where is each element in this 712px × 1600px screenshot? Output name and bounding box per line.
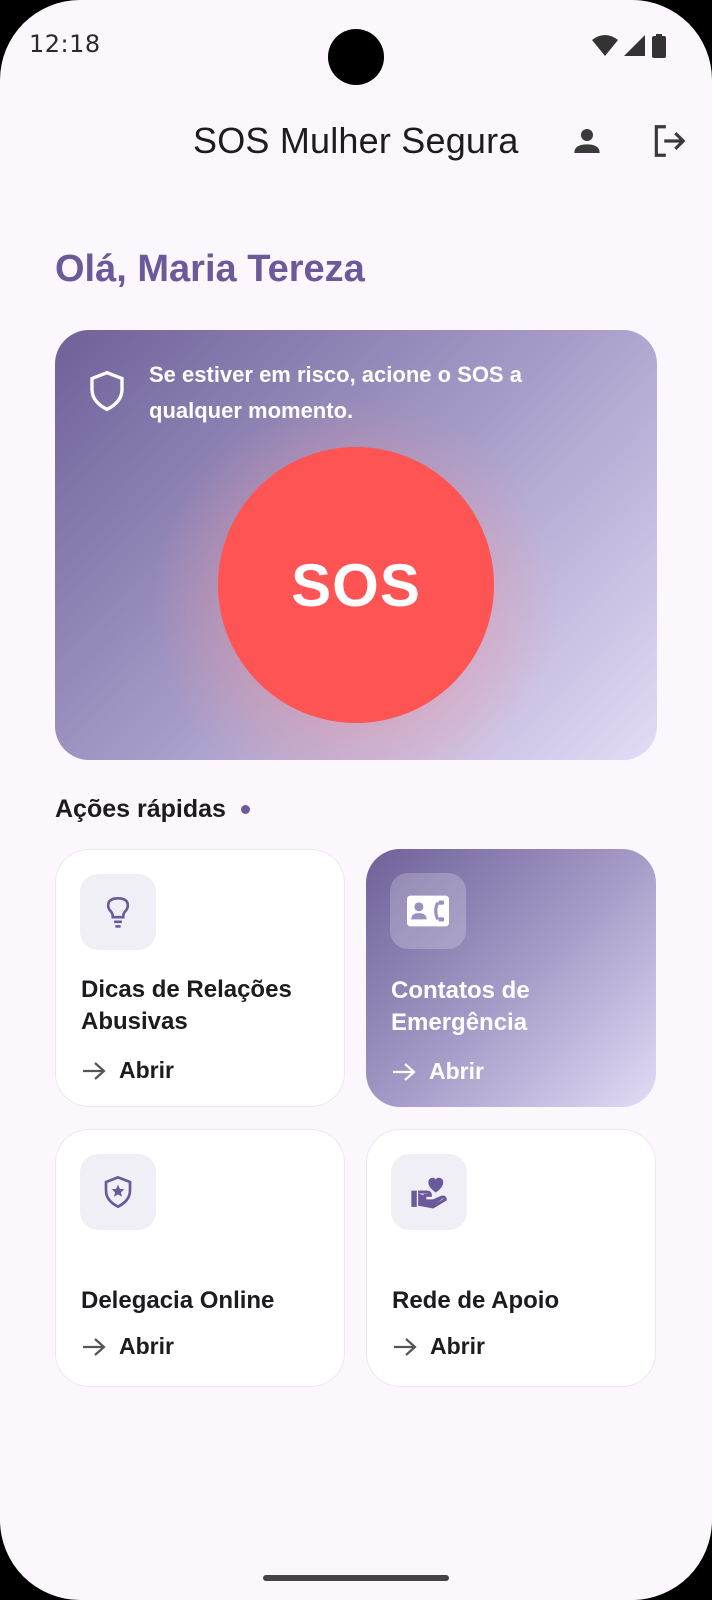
app-title: SOS Mulher Segura	[193, 120, 519, 161]
tile-label: Dicas de Relações Abusivas	[81, 976, 292, 1035]
person-icon	[574, 129, 600, 153]
tile-label: Delegacia Online	[81, 1287, 275, 1314]
sos-button[interactable]: SOS	[218, 447, 494, 723]
contact-phone-icon	[407, 895, 449, 927]
lightbulb-icon	[106, 896, 130, 928]
battery-icon	[652, 34, 666, 58]
shield-icon	[90, 370, 124, 412]
app-screen: 12:18 SOS Mulher Segura Olá, Maria Terez…	[0, 0, 712, 1600]
tile-delegacia-online[interactable]: Delegacia Online Abrir	[55, 1129, 345, 1387]
open-label: Abrir	[430, 1333, 485, 1359]
open-link[interactable]: Abrir	[392, 1333, 485, 1360]
signal-icon	[624, 35, 645, 56]
open-link[interactable]: Abrir	[81, 1057, 174, 1084]
tile-icon-box	[391, 1154, 467, 1230]
police-badge-icon	[104, 1175, 132, 1209]
profile-button[interactable]	[559, 113, 615, 169]
arrow-right-icon	[394, 1337, 417, 1356]
quick-actions-header: Ações rápidas	[55, 795, 250, 824]
app-bar: SOS Mulher Segura	[0, 105, 712, 181]
volunteer-heart-icon	[411, 1177, 447, 1209]
status-icons	[592, 34, 666, 58]
home-indicator[interactable]	[263, 1575, 449, 1581]
camera-cutout	[328, 29, 384, 85]
open-label: Abrir	[119, 1057, 174, 1083]
logout-icon	[654, 125, 686, 157]
sos-hint-text: Se estiver em risco, acione o SOS a qual…	[149, 362, 522, 423]
open-label: Abrir	[429, 1058, 484, 1084]
tile-contatos-emergencia[interactable]: Contatos de Emergência Abrir	[366, 849, 656, 1107]
status-bar: 12:18	[0, 0, 712, 92]
tile-icon-box	[80, 1154, 156, 1230]
tile-icon-box	[390, 873, 466, 949]
tile-dicas-relacoes-abusivas[interactable]: Dicas de Relações Abusivas Abrir	[55, 849, 345, 1107]
arrow-right-icon	[83, 1061, 106, 1080]
wifi-icon	[592, 35, 618, 56]
tile-rede-de-apoio[interactable]: Rede de Apoio Abrir	[366, 1129, 656, 1387]
arrow-right-icon	[393, 1062, 416, 1081]
section-dot	[240, 805, 250, 814]
quick-actions-title: Ações rápidas	[55, 795, 226, 823]
open-link[interactable]: Abrir	[391, 1058, 484, 1085]
tile-label: Contatos de Emergência	[391, 977, 530, 1036]
arrow-right-icon	[83, 1337, 106, 1356]
tile-icon-box	[80, 874, 156, 950]
sos-card: Se estiver em risco, acione o SOS a qual…	[55, 330, 657, 760]
open-link[interactable]: Abrir	[81, 1333, 174, 1360]
tile-label: Rede de Apoio	[392, 1287, 560, 1314]
status-time: 12:18	[29, 30, 101, 58]
logout-button[interactable]	[641, 113, 697, 169]
open-label: Abrir	[119, 1333, 174, 1359]
greeting-title: Olá, Maria Tereza	[55, 248, 365, 290]
